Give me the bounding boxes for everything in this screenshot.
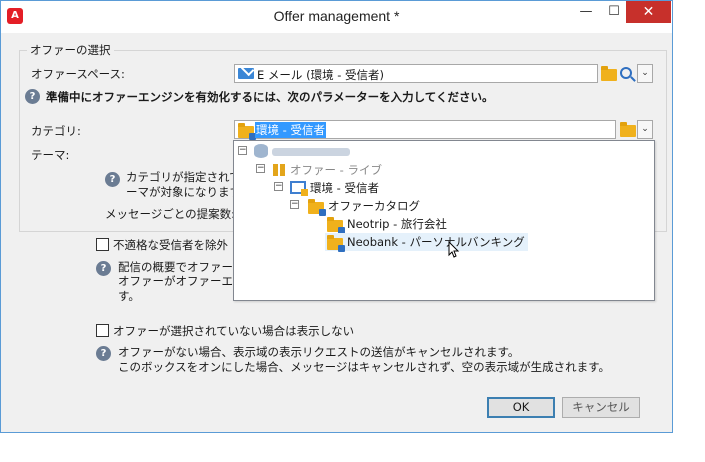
environment-icon: [290, 181, 308, 196]
offer-folder-icon: [273, 164, 285, 176]
tree-node-offers-live[interactable]: − オファー - ライブ: [256, 161, 646, 179]
category-hint-line2: ーマが対象になります: [126, 185, 241, 199]
tree-label: 環境 - 受信者: [310, 181, 379, 195]
database-icon: [254, 144, 268, 158]
tree-node-root[interactable]: −: [238, 143, 648, 161]
category-folder-icon: [238, 123, 256, 140]
cancel-button[interactable]: キャンセル: [562, 397, 640, 418]
collapse-icon[interactable]: −: [290, 200, 299, 209]
exclude-hint-line3: す。: [118, 289, 140, 303]
ok-button[interactable]: OK: [487, 397, 555, 418]
warning-text: 準備中にオファーエンジンを有効化するには、次のパラメーターを入力してください。: [46, 90, 494, 104]
hide-if-no-offer-checkbox[interactable]: [96, 324, 109, 337]
mouse-pointer-icon: [448, 241, 460, 258]
tree-label: オファー - ライブ: [290, 163, 382, 177]
help-icon: ?: [96, 346, 111, 361]
email-icon: [238, 68, 254, 79]
minimize-button[interactable]: —: [572, 1, 600, 23]
help-icon: ?: [105, 172, 120, 187]
tree-node-neobank[interactable]: Neobank - パーソナルバンキング: [325, 233, 528, 252]
category-dropdown-button[interactable]: ⌄: [637, 120, 653, 139]
tree-node-neotrip[interactable]: Neotrip - 旅行会社: [325, 215, 535, 234]
close-button[interactable]: ✕: [626, 1, 671, 23]
category-folder-icon: [327, 217, 345, 234]
hide-if-no-offer-label: オファーが選択されていない場合は表示しない: [113, 324, 355, 338]
title-bar[interactable]: A Offer management * — ☐ ✕: [1, 1, 672, 33]
exclude-ineligible-label: 不適格な受信者を除外: [113, 238, 228, 252]
category-label: カテゴリ:: [31, 124, 81, 138]
exclude-hint-line1: 配信の概要でオファーが: [118, 260, 245, 274]
proposals-per-message-label: メッセージごとの提案数:: [105, 207, 236, 221]
help-icon: ?: [25, 89, 40, 104]
catalog-folder-icon: [308, 199, 326, 216]
collapse-icon[interactable]: −: [256, 164, 265, 173]
offer-space-value: E メール (環境 - 受信者): [257, 68, 385, 82]
folder-icon[interactable]: [601, 66, 617, 81]
category-folder-button-icon[interactable]: [620, 122, 636, 137]
redacted-server-name: [272, 148, 350, 156]
offer-space-dropdown-button[interactable]: ⌄: [637, 64, 653, 83]
collapse-icon[interactable]: −: [274, 182, 283, 191]
tree-node-env-recipient[interactable]: − 環境 - 受信者: [274, 179, 644, 197]
no-offer-hint-line2: このボックスをオンにした場合、メッセージはキャンセルされず、空の表示域が生成され…: [118, 360, 610, 374]
category-tree-dropdown[interactable]: − − オファー - ライブ − 環境 - 受信者 − オファーカタログ Neo…: [233, 140, 655, 301]
tree-label: Neobank - パーソナルバンキング: [347, 235, 525, 249]
collapse-icon[interactable]: −: [238, 146, 247, 155]
tree-label: Neotrip - 旅行会社: [347, 217, 447, 231]
theme-label: テーマ:: [31, 148, 70, 162]
offer-space-field[interactable]: E メール (環境 - 受信者): [234, 64, 598, 83]
no-offer-hint-line1: オファーがない場合、表示域の表示リクエストの送信がキャンセルされます。: [118, 345, 520, 359]
category-field[interactable]: 環境 - 受信者: [234, 120, 616, 140]
tree-label: オファーカタログ: [328, 199, 420, 213]
offer-management-dialog: A Offer management * — ☐ ✕ オファーの選択 オファース…: [0, 0, 673, 433]
maximize-button[interactable]: ☐: [600, 1, 628, 23]
search-icon[interactable]: [620, 67, 632, 79]
tree-node-offer-catalog[interactable]: − オファーカタログ: [290, 197, 640, 216]
category-folder-icon: [327, 235, 345, 252]
help-icon: ?: [96, 261, 111, 276]
category-value: 環境 - 受信者: [255, 122, 326, 138]
offer-selection-group-title: オファーの選択: [27, 42, 114, 58]
offer-space-label: オファースペース:: [31, 67, 125, 81]
exclude-ineligible-checkbox[interactable]: [96, 238, 109, 251]
category-hint-line1: カテゴリが指定されて: [126, 170, 241, 184]
